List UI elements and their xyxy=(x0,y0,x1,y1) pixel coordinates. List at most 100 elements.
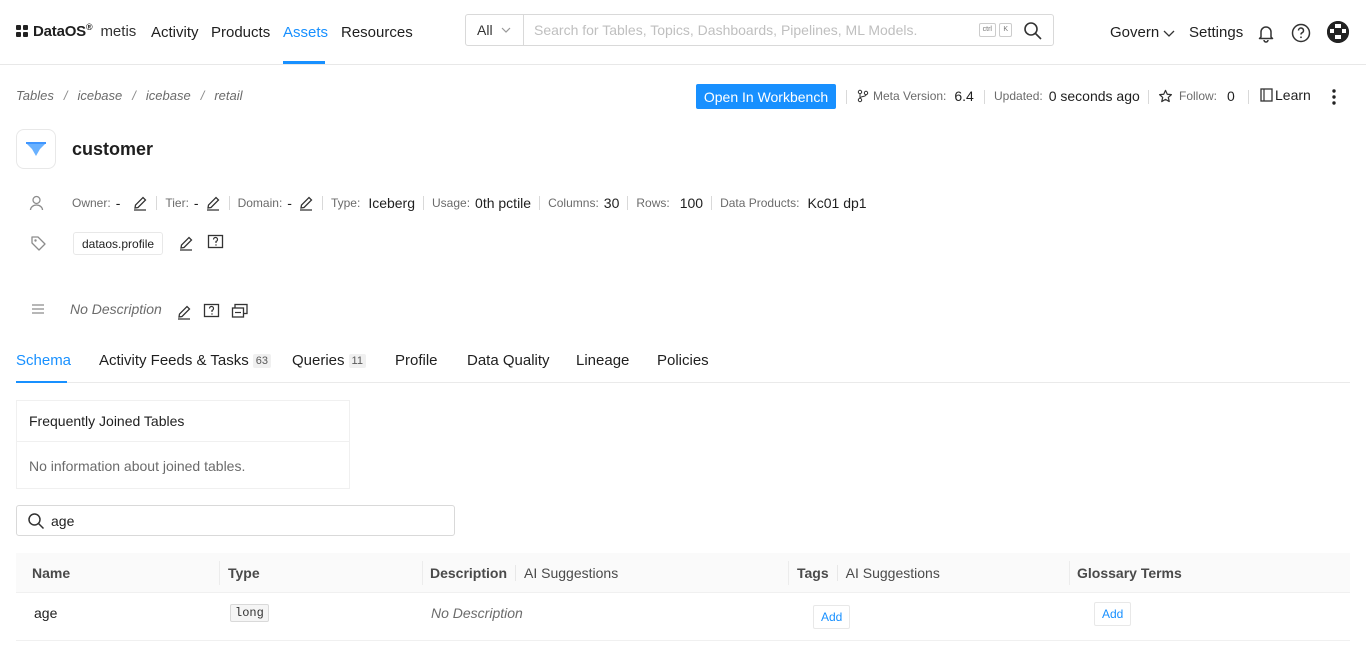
shortcut-key: K xyxy=(999,23,1012,37)
brand-product: metis xyxy=(100,22,137,40)
logo-icon xyxy=(16,25,28,37)
schema-search-input[interactable]: age xyxy=(16,505,455,536)
tier-value: - xyxy=(193,195,199,211)
follow-count: 0 xyxy=(1227,88,1235,104)
divider xyxy=(1248,90,1249,104)
rows-value: 100 xyxy=(679,195,704,211)
search-scope-select[interactable]: All xyxy=(466,15,524,45)
column-header-description[interactable]: Description AI Suggestions xyxy=(430,565,619,581)
rows-label: Rows: xyxy=(636,196,670,210)
nav-assets[interactable]: Assets xyxy=(283,24,328,41)
entity-title: customer xyxy=(72,139,154,159)
meta-version-value: 6.4 xyxy=(954,88,974,104)
add-tag-button[interactable]: Add xyxy=(813,605,851,629)
request-tags-icon[interactable] xyxy=(207,234,224,251)
data-products-label: Data Products: xyxy=(720,196,800,210)
table-entity-icon xyxy=(16,129,56,169)
schema-table: Name Type Description AI Suggestions Tags… xyxy=(16,553,1350,641)
top-navbar: DataOS® metis Activity Products Assets R… xyxy=(0,0,1366,65)
user-icon xyxy=(29,195,44,211)
breadcrumb-item[interactable]: icebase xyxy=(146,88,191,103)
updated-info: Updated: 0 seconds ago xyxy=(994,88,1140,104)
tag-chip[interactable]: dataos.profile xyxy=(73,232,164,255)
open-in-workbench-button[interactable]: Open In Workbench xyxy=(696,84,836,109)
tab-queries[interactable]: Queries 11 xyxy=(292,352,366,369)
divider xyxy=(984,90,985,104)
help-icon[interactable] xyxy=(1291,23,1311,43)
breadcrumb-item[interactable]: Tables xyxy=(16,88,54,103)
book-icon xyxy=(1260,88,1273,102)
bell-icon[interactable] xyxy=(1256,23,1276,43)
tags-ai-suggestions[interactable]: AI Suggestions xyxy=(836,565,940,581)
breadcrumb-item[interactable]: icebase xyxy=(77,88,122,103)
tab-lineage[interactable]: Lineage xyxy=(576,352,629,369)
cell-name[interactable]: age xyxy=(34,605,57,621)
shortcut-ctrl: ctrl xyxy=(978,23,996,37)
breadcrumb-item[interactable]: retail xyxy=(214,88,242,103)
description-ai-suggestions[interactable]: AI Suggestions xyxy=(515,565,619,581)
edit-tags-icon[interactable] xyxy=(178,235,194,251)
description-icon xyxy=(32,304,44,314)
domain-value: - xyxy=(287,195,292,211)
breadcrumb: Tables / icebase / icebase / retail xyxy=(16,88,243,103)
more-options-icon[interactable] xyxy=(1330,88,1338,106)
frequently-joined-empty: No information about joined tables. xyxy=(29,457,246,474)
govern-label: Govern xyxy=(1110,24,1160,41)
edit-owner-icon[interactable] xyxy=(132,195,148,211)
frequently-joined-title: Frequently Joined Tables xyxy=(17,401,349,442)
brand-reg: ® xyxy=(86,22,93,32)
schema-search-value: age xyxy=(51,512,75,529)
learn-button[interactable]: Learn xyxy=(1260,87,1311,103)
search-input[interactable]: Search for Tables, Topics, Dashboards, P… xyxy=(524,15,1053,45)
meta-version[interactable]: Meta Version: 6.4 xyxy=(857,88,974,104)
comment-icon[interactable] xyxy=(231,303,249,320)
usage-value: 0th pctile xyxy=(475,195,532,211)
data-products-value[interactable]: Kc01 dp1 xyxy=(807,195,866,211)
tab-active-indicator xyxy=(16,381,67,383)
add-glossary-term-button[interactable]: Add xyxy=(1094,602,1132,626)
edit-domain-icon[interactable] xyxy=(298,195,314,211)
follow-label: Follow: xyxy=(1179,89,1218,103)
star-icon xyxy=(1158,89,1173,102)
search-placeholder: Search for Tables, Topics, Dashboards, P… xyxy=(534,22,918,38)
entity-description: No Description xyxy=(70,301,162,317)
nav-resources[interactable]: Resources xyxy=(341,24,413,41)
columns-value: 30 xyxy=(603,195,620,211)
frequently-joined-panel: Frequently Joined Tables No information … xyxy=(16,400,350,489)
edit-tier-icon[interactable] xyxy=(205,195,221,211)
request-description-icon[interactable] xyxy=(203,303,220,320)
owner-value: - xyxy=(115,195,121,211)
tag-icon xyxy=(31,236,46,251)
column-header-type[interactable]: Type xyxy=(228,565,260,581)
divider xyxy=(1148,90,1149,104)
columns-label: Columns: xyxy=(548,196,599,210)
edit-description-icon[interactable] xyxy=(176,304,192,320)
column-header-tags[interactable]: Tags AI Suggestions xyxy=(797,565,940,581)
global-search: All Search for Tables, Topics, Dashboard… xyxy=(465,14,1054,46)
tab-count-badge: 63 xyxy=(252,353,272,368)
nav-products[interactable]: Products xyxy=(211,24,270,41)
follow-button[interactable]: Follow: 0 xyxy=(1158,88,1235,104)
govern-menu[interactable]: Govern xyxy=(1110,24,1175,41)
chevron-down-icon xyxy=(501,27,510,33)
user-avatar[interactable] xyxy=(1327,21,1349,43)
cell-description: No Description xyxy=(431,605,523,621)
column-header-glossary[interactable]: Glossary Terms xyxy=(1077,565,1182,581)
type-value: Iceberg xyxy=(368,195,416,211)
brand-name: DataOS xyxy=(33,23,86,40)
tab-count-badge: 11 xyxy=(348,353,366,368)
dataos-logo[interactable]: DataOS® metis xyxy=(16,22,136,40)
tab-profile[interactable]: Profile xyxy=(395,352,438,369)
column-header-name[interactable]: Name xyxy=(32,565,70,581)
meta-version-label: Meta Version: xyxy=(873,89,947,103)
table-header: Name Type Description AI Suggestions Tags… xyxy=(16,553,1350,593)
tab-data-quality[interactable]: Data Quality xyxy=(467,352,550,369)
search-icon[interactable] xyxy=(1023,21,1043,41)
tab-activity-feeds[interactable]: Activity Feeds & Tasks 63 xyxy=(99,352,272,369)
tab-schema[interactable]: Schema xyxy=(16,352,71,369)
tab-policies[interactable]: Policies xyxy=(657,352,709,369)
owner-label: Owner: xyxy=(72,196,111,210)
settings-link[interactable]: Settings xyxy=(1189,24,1243,41)
table-row: age No Description xyxy=(16,593,1350,641)
nav-activity[interactable]: Activity xyxy=(151,24,199,41)
